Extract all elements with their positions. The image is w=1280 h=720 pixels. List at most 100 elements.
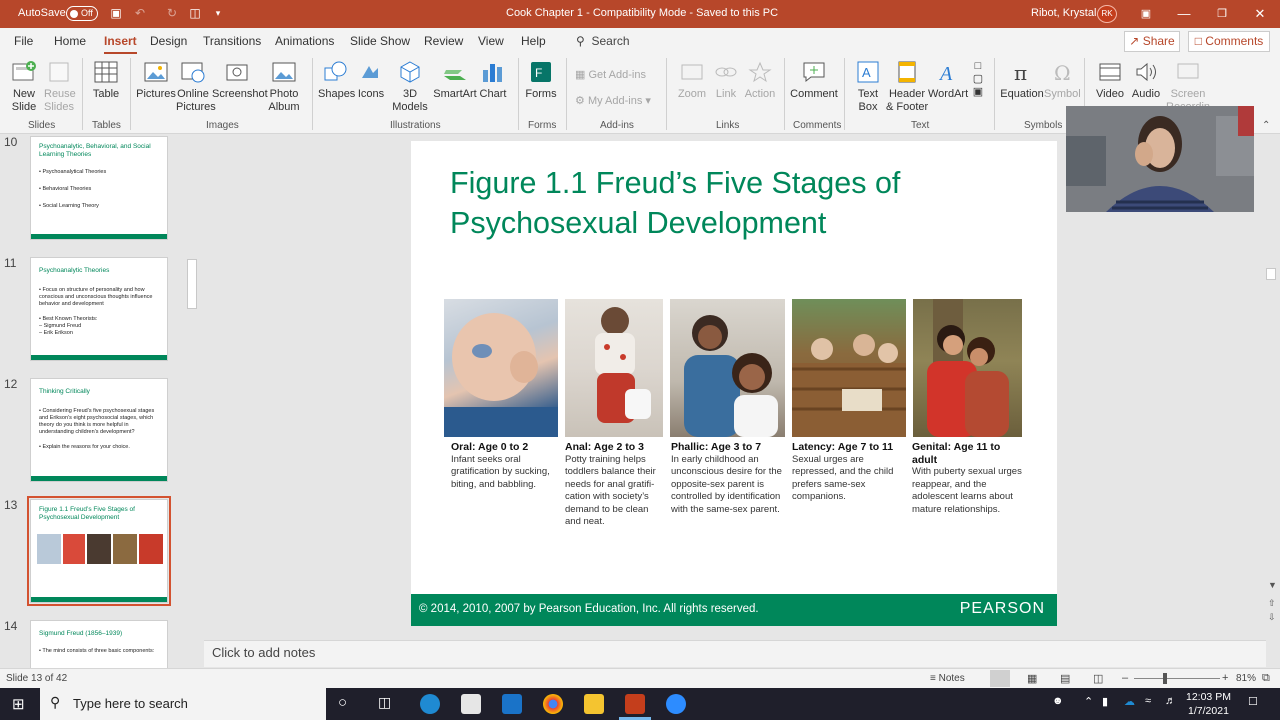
taskbar-search[interactable]: ⚲ Type here to search [40,688,326,720]
my-addins-button[interactable]: ⚙ My Add-ins ▾ [575,94,651,107]
chrome-icon[interactable] [543,694,563,714]
notes-toggle[interactable]: ≡ Notes [930,673,965,684]
onedrive-icon[interactable]: ☁ [1124,695,1135,708]
comments-button[interactable]: □ Comments [1188,31,1270,52]
new-slide-button[interactable]: New Slide [6,60,42,114]
forms-button[interactable]: F Forms [524,60,558,101]
task-view-icon[interactable]: ◫ [378,694,391,711]
tab-insert[interactable]: Insert [104,34,137,55]
present-icon[interactable]: ◫ [188,6,202,20]
notes-placeholder[interactable]: Click to add notes [212,645,315,660]
slide-title[interactable]: Figure 1.1 Freud’s Five Stages of Psycho… [450,163,1010,243]
video-button[interactable]: Video [1092,60,1128,101]
photo-album-button[interactable]: Photo Album [264,60,304,114]
3d-models-button[interactable]: 3D Models [390,60,430,114]
link-button[interactable]: Link [712,60,740,101]
restore-icon[interactable]: ❐ [1212,4,1232,24]
save-icon[interactable]: ▣ [109,6,123,20]
volume-icon[interactable]: ♬ [1165,695,1176,707]
store-icon[interactable] [461,694,481,714]
reuse-slides-button[interactable]: Reuse Slides [44,60,76,114]
cortana-icon[interactable]: ○ [338,694,347,711]
edge-icon[interactable] [420,694,440,714]
autosave-toggle[interactable]: Off [66,6,98,21]
document-title: Cook Chapter 1 - Compatibility Mode - Sa… [506,7,779,19]
shapes-button[interactable]: Shapes [318,60,355,101]
get-addins-button[interactable]: ▦ Get Add-ins [575,68,646,81]
wordart-button[interactable]: A WordArt [928,60,968,101]
action-button[interactable]: Action [744,60,776,101]
tab-animations[interactable]: Animations [275,34,334,48]
equation-button[interactable]: π Equation [1000,60,1044,101]
taskbar-clock[interactable]: 12:03 PM 1/7/2021 [1186,690,1231,718]
undo-icon[interactable]: ↶ [133,6,147,20]
avatar[interactable]: RK [1097,5,1117,23]
slide-thumbnail-11[interactable]: Psychoanalytic Theories • Focus on struc… [30,257,168,361]
slide-13[interactable]: Figure 1.1 Freud’s Five Stages of Psycho… [411,141,1057,626]
canvas-scroll-thumb[interactable] [1266,268,1276,280]
notifications-icon[interactable]: ☐ [1248,695,1258,708]
notes-pane[interactable]: Click to add notes [204,640,1266,667]
zoom-level[interactable]: 81% [1236,673,1256,684]
close-icon[interactable]: ✕ [1250,4,1270,24]
minimize-icon[interactable]: — [1174,4,1194,24]
audio-button[interactable]: Audio [1130,60,1162,101]
show-hidden-icons[interactable]: ⌃ [1084,695,1093,708]
next-slide-icon[interactable]: ⇩ [1268,612,1276,623]
powerpoint-icon[interactable] [625,694,645,714]
previous-slide-icon[interactable]: ⇧ [1268,598,1276,609]
tab-file[interactable]: File [14,34,33,48]
thumbnail-scrollbar[interactable] [186,135,198,668]
mail-icon[interactable] [502,694,522,714]
scroll-down-icon[interactable]: ▼ [1268,580,1277,590]
zoom-slider-handle[interactable] [1163,673,1167,684]
customize-toolbar-icon[interactable]: ▾ [211,6,225,20]
tab-design[interactable]: Design [150,34,187,48]
zoom-out-icon[interactable]: – [1122,672,1128,684]
text-extras-group[interactable]: □ ▢ ▣ [970,60,986,99]
search-box[interactable]: ⚲ Search [576,34,630,48]
screen-recording-button[interactable]: Screen Recording [1166,60,1210,110]
battery-icon[interactable]: ▮ [1102,695,1108,708]
screenshot-button[interactable]: Screenshot [212,60,268,101]
share-button[interactable]: ↗ Share [1124,31,1180,52]
slide-sorter-icon[interactable]: ▦ [1027,672,1037,685]
online-pictures-button[interactable]: Online Pictures [176,60,216,114]
redo-icon[interactable]: ↻ [165,6,179,20]
slide-thumbnail-10[interactable]: Psychoanalytic, Behavioral, and Social L… [30,136,168,240]
text-box-button[interactable]: A Text Box [852,60,884,114]
pictures-button[interactable]: Pictures [136,60,176,101]
people-icon[interactable]: ☻ [1052,695,1064,707]
icons-button[interactable]: Icons [356,60,386,101]
slide-thumbnail-14[interactable]: Sigmund Freud (1856–1939) • The mind con… [30,620,168,668]
windows-start-icon[interactable]: ⊞ [12,695,25,713]
zoom-in-icon[interactable]: + [1222,672,1228,684]
smartart-button[interactable]: SmartArt [432,60,478,101]
comment-button[interactable]: Comment [790,60,838,101]
collapse-ribbon-icon[interactable]: ⌃ [1262,120,1270,131]
file-explorer-icon[interactable] [584,694,604,714]
tab-home[interactable]: Home [54,34,86,48]
tab-slide-show[interactable]: Slide Show [350,34,410,48]
user-name[interactable]: Ribot, Krystal [1031,7,1096,19]
slide-thumbnail-12[interactable]: Thinking Critically • Considering Freud’… [30,378,168,482]
zoom-slider[interactable] [1134,678,1220,679]
tab-help[interactable]: Help [521,34,546,48]
slide-thumbnail-13[interactable]: Figure 1.1 Freud’s Five Stages of Psycho… [27,496,171,606]
reading-view-icon[interactable]: ▤ [1060,672,1070,685]
wifi-icon[interactable]: ≈ [1145,695,1151,707]
normal-view-icon[interactable] [990,670,1010,687]
slideshow-view-icon[interactable]: ◫ [1093,672,1103,685]
chart-button[interactable]: Chart [478,60,508,101]
zoom-button[interactable]: Zoom [676,60,708,101]
table-button[interactable]: Table [90,60,122,101]
tab-view[interactable]: View [478,34,504,48]
thumbnail-scroll-thumb[interactable] [187,259,197,309]
tab-review[interactable]: Review [424,34,463,48]
fit-to-window-icon[interactable]: ⧉ [1262,672,1270,685]
zoom-app-icon[interactable] [666,694,686,714]
tab-transitions[interactable]: Transitions [203,34,261,48]
symbol-button[interactable]: Ω Symbol [1044,60,1081,101]
ribbon-display-icon[interactable]: ▣ [1136,4,1156,24]
header-footer-button[interactable]: Header & Footer [886,60,928,114]
